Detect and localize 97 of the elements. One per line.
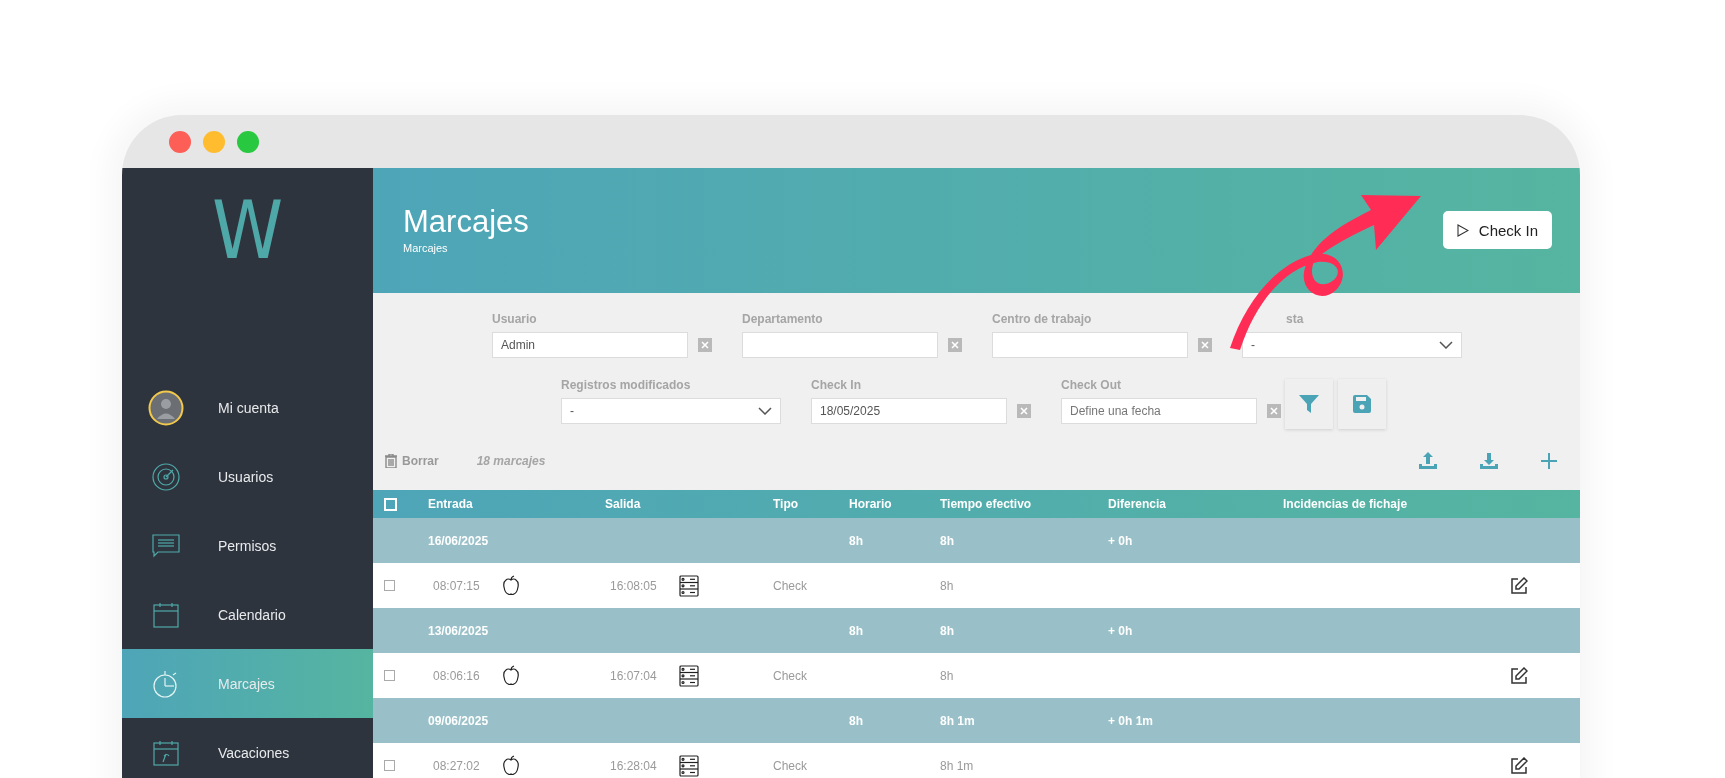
trash-icon	[385, 454, 397, 468]
effective-time: 8h	[940, 668, 955, 683]
close-icon	[1270, 407, 1278, 415]
chevron-down-icon	[758, 407, 772, 415]
column-header: Salida	[605, 497, 642, 511]
filter-button[interactable]	[1285, 379, 1333, 429]
field-label: Registros modificados	[561, 378, 691, 392]
edit-icon[interactable]	[1510, 756, 1528, 775]
chevron-down-icon	[1439, 341, 1453, 349]
close-icon	[1201, 341, 1209, 349]
clear-button[interactable]	[1017, 404, 1031, 418]
check-out-time: 16:07:04	[610, 668, 657, 683]
column-header: Incidencias de fichaje	[1283, 497, 1409, 511]
schedule-hours: 8h	[849, 533, 864, 548]
download-icon[interactable]	[1479, 451, 1499, 471]
select-all-checkbox[interactable]	[384, 497, 397, 511]
calendar-icon	[153, 739, 179, 766]
row-checkbox[interactable]	[384, 760, 395, 771]
server-icon	[678, 754, 699, 777]
column-header: Entrada	[428, 497, 474, 511]
server-icon	[678, 664, 699, 687]
effective-time: 8h	[940, 578, 955, 593]
column-header: Horario	[849, 497, 893, 511]
sidebar-item[interactable]: Mi cuenta	[122, 373, 373, 442]
calendar-icon	[153, 601, 179, 628]
page-title: Marcajes	[403, 204, 529, 240]
clear-button[interactable]	[1267, 404, 1281, 418]
close-icon	[701, 341, 709, 349]
edit-icon[interactable]	[1510, 576, 1528, 595]
record-count: 18 marcajes	[476, 454, 546, 468]
check-in-time: 08:06:16	[433, 668, 480, 683]
row-checkbox[interactable]	[384, 670, 395, 681]
effective-time: 8h	[940, 623, 955, 638]
maximize-button[interactable]	[237, 130, 259, 153]
time-difference: + 0h	[1108, 533, 1134, 548]
field-label: Check In	[811, 378, 861, 392]
input-field[interactable]: Admin	[492, 332, 688, 358]
filter-icon	[1299, 395, 1319, 413]
field-label: Usuario	[492, 312, 537, 326]
time-difference: + 0h 1m	[1108, 713, 1155, 728]
save-button[interactable]	[1338, 379, 1386, 429]
effective-time: 8h 1m	[940, 758, 975, 773]
close-button[interactable]	[169, 130, 191, 153]
date-label: 13/06/2025	[428, 623, 490, 638]
edit-icon[interactable]	[1510, 666, 1528, 685]
row-checkbox[interactable]	[384, 580, 395, 591]
field-label: Centro de trabajo	[992, 312, 1092, 326]
sidebar-item[interactable]: Calendario	[122, 580, 373, 649]
field-label: Departamento	[742, 312, 823, 326]
check-out-time: 16:28:04	[610, 758, 657, 773]
input-field[interactable]	[742, 332, 938, 358]
close-icon	[1020, 407, 1028, 415]
time-difference: + 0h	[1108, 623, 1134, 638]
input-field[interactable]	[992, 332, 1188, 358]
select-field[interactable]: -	[1242, 332, 1462, 358]
date-label: 09/06/2025	[428, 713, 490, 728]
field-label: Check Out	[1061, 378, 1121, 392]
apple-icon	[501, 665, 520, 686]
column-header: Diferencia	[1108, 497, 1168, 511]
input-field[interactable]: 18/05/2025	[811, 398, 1007, 424]
column-header: Tiempo efectivo	[940, 497, 1033, 511]
type-label: Check	[773, 668, 808, 683]
clear-button[interactable]	[698, 338, 712, 352]
check-in-time: 08:07:15	[433, 578, 480, 593]
effective-time: 8h	[940, 533, 955, 548]
clear-button[interactable]	[948, 338, 962, 352]
schedule-hours: 8h	[849, 623, 864, 638]
type-label: Check	[773, 758, 808, 773]
apple-icon	[501, 755, 520, 776]
close-icon	[951, 341, 959, 349]
add-icon[interactable]	[1540, 452, 1558, 470]
play-icon	[1456, 223, 1469, 237]
sidebar-item[interactable]: Vacaciones	[122, 718, 373, 778]
stopwatch-icon	[153, 669, 179, 698]
message-icon	[152, 533, 180, 558]
check-in-time: 08:27:02	[433, 758, 480, 773]
logo: W	[210, 183, 285, 276]
date-label: 16/06/2025	[428, 533, 490, 548]
schedule-hours: 8h	[849, 713, 864, 728]
avatar-icon	[148, 389, 184, 426]
column-header: Tipo	[773, 497, 800, 511]
minimize-button[interactable]	[203, 130, 225, 153]
save-icon	[1353, 395, 1371, 413]
input-field[interactable]: Define una fecha	[1061, 398, 1257, 424]
sidebar-item[interactable]: Usuarios	[122, 442, 373, 511]
effective-time: 8h 1m	[940, 713, 976, 728]
clear-button[interactable]	[1198, 338, 1212, 352]
type-label: Check	[773, 578, 808, 593]
select-field[interactable]: -	[561, 398, 781, 424]
upload-icon[interactable]	[1418, 451, 1438, 471]
server-icon	[678, 574, 699, 597]
check-in-button[interactable]: Check In	[1442, 211, 1552, 249]
radar-icon	[152, 462, 180, 491]
check-out-time: 16:08:05	[610, 578, 657, 593]
apple-icon	[501, 575, 520, 596]
field-label: sta	[1286, 312, 1304, 326]
sidebar-item[interactable]: Permisos	[122, 511, 373, 580]
